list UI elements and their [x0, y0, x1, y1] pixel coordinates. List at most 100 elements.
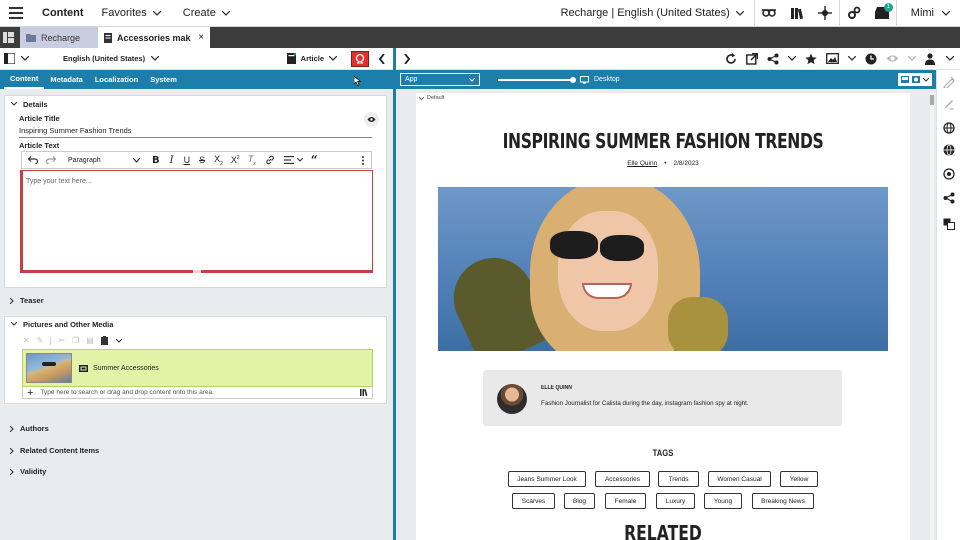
comment-icon[interactable]	[364, 112, 379, 127]
open-external-icon[interactable]	[746, 52, 758, 65]
preview-icon[interactable]	[901, 76, 909, 83]
language-selector[interactable]: English (United States)	[63, 54, 160, 63]
chevron-down-icon[interactable]	[788, 56, 796, 61]
article-text-editor[interactable]: Type your text here...	[20, 170, 373, 273]
tag-jeans-summer-look[interactable]: Jeans Summer Look	[508, 471, 586, 487]
article-title-input[interactable]: Inspiring Summer Fashion Trends	[19, 126, 372, 138]
star-icon[interactable]	[805, 53, 817, 65]
special-character-button[interactable]	[351, 50, 369, 67]
chevron-down-icon[interactable]	[848, 56, 856, 61]
preview-scrollbar[interactable]	[930, 93, 934, 540]
image-icon[interactable]	[826, 53, 839, 64]
globe-sync-icon[interactable]	[943, 122, 955, 134]
pictures-section-header[interactable]: Pictures and Other Media	[5, 317, 386, 331]
chevron-down-icon[interactable]	[329, 56, 337, 61]
resize-handle[interactable]	[193, 270, 201, 273]
tag-scarves[interactable]: Scarves	[512, 493, 555, 509]
globe-icon[interactable]	[943, 144, 955, 156]
tag-young[interactable]: Young	[704, 493, 742, 509]
media-item-row[interactable]: Summer Accessories	[22, 349, 373, 387]
app-select-value: App	[405, 76, 418, 83]
clear-format-icon[interactable]: Tx	[248, 154, 256, 167]
more-options-icon[interactable]	[362, 155, 364, 165]
paragraph-format-select[interactable]: Paragraph	[68, 157, 140, 164]
clipboard-icon[interactable]	[100, 336, 109, 345]
superscript-icon[interactable]: X2	[231, 155, 240, 165]
bold-icon[interactable]: B	[152, 155, 160, 166]
tag-accessories[interactable]: Accessories	[595, 471, 650, 487]
share-icon[interactable]	[767, 53, 779, 65]
zoom-slider-handle[interactable]	[570, 76, 576, 83]
edit-preview-icon[interactable]	[912, 76, 920, 83]
create-menu[interactable]: Create	[183, 7, 230, 19]
add-icon[interactable]: +	[27, 387, 33, 398]
library-icon[interactable]	[360, 389, 368, 396]
italic-icon[interactable]: I	[170, 155, 174, 166]
user-access-icon[interactable]	[925, 52, 937, 65]
site-selector[interactable]: Recharge | English (United States)	[561, 7, 744, 19]
tab-accessories-article[interactable]: Accessories make the di... ×	[98, 27, 210, 48]
undo-icon[interactable]	[28, 156, 38, 164]
redo-icon[interactable]	[46, 156, 56, 164]
tag-women-casual[interactable]: Women Casual	[708, 471, 771, 487]
authors-section-title: Authors	[20, 424, 49, 433]
chevron-left-icon[interactable]	[379, 53, 385, 64]
reload-icon[interactable]	[725, 52, 737, 65]
chevron-down-icon[interactable]	[296, 158, 303, 162]
settings-gears-icon[interactable]	[840, 0, 868, 27]
teaser-section-header[interactable]: Teaser	[4, 296, 44, 305]
blockquote-icon[interactable]: “	[311, 154, 318, 166]
media-search-input[interactable]: Type here to search or drag and drop con…	[40, 389, 213, 396]
chevron-down-icon[interactable]	[923, 77, 929, 82]
related-section-header[interactable]: Related Content Items	[4, 446, 99, 455]
chevron-down-icon	[469, 77, 475, 82]
chevron-down-icon[interactable]	[115, 338, 122, 343]
subscript-icon[interactable]: X2	[214, 154, 223, 167]
app-select[interactable]: App	[400, 73, 480, 86]
share-icon[interactable]	[943, 192, 955, 204]
tag-female[interactable]: Female	[605, 493, 646, 509]
chevron-down-icon[interactable]	[21, 56, 29, 61]
tag-trends[interactable]: Trends	[658, 471, 699, 487]
design-tool-icon	[943, 76, 955, 88]
authors-section-header[interactable]: Authors	[4, 424, 49, 433]
tag-luxury[interactable]: Luxury	[656, 493, 695, 509]
validity-section-header[interactable]: Validity	[4, 467, 46, 476]
preview-mode-toggle[interactable]	[898, 73, 932, 86]
hamburger-menu-icon[interactable]	[4, 0, 28, 27]
translate-icon[interactable]	[943, 218, 955, 230]
sidebar-toggle-icon[interactable]	[4, 53, 15, 64]
details-section-header[interactable]: Details	[5, 96, 386, 112]
tab-content[interactable]: Content	[4, 70, 45, 89]
underline-icon[interactable]: U	[184, 155, 191, 165]
link-icon[interactable]	[265, 155, 275, 165]
globe-refresh-icon[interactable]	[943, 168, 955, 180]
tab-localization[interactable]: Localization	[89, 70, 144, 89]
zoom-slider[interactable]	[498, 76, 576, 83]
tag-blog[interactable]: Blog	[564, 493, 595, 509]
chevron-right-icon[interactable]	[404, 53, 410, 64]
chevron-down-icon	[908, 56, 916, 61]
tab-recharge[interactable]: Recharge	[20, 27, 98, 48]
tag-breaking-news[interactable]: Breaking News	[752, 493, 814, 509]
favorites-menu[interactable]: Favorites	[102, 7, 161, 19]
rich-text-toolbar: Paragraph B I U S X2 X2 Tx “	[21, 151, 372, 169]
clock-icon[interactable]	[865, 53, 877, 65]
collection-view-icon[interactable]	[3, 32, 14, 43]
scrollbar-thumb[interactable]	[930, 95, 934, 105]
workflow-icon[interactable]	[811, 0, 839, 27]
media-search-row[interactable]: + Type here to search or drag and drop c…	[22, 387, 373, 399]
user-menu[interactable]: Mimi	[911, 7, 950, 19]
align-icon[interactable]	[283, 156, 294, 164]
author-link[interactable]: Elle Quinn	[627, 160, 657, 167]
library-icon[interactable]	[783, 0, 811, 27]
tab-system[interactable]: System	[144, 70, 183, 89]
inbox-notification-icon[interactable]: 1	[868, 0, 896, 27]
tab-metadata[interactable]: Metadata	[44, 70, 89, 89]
tag-yellow[interactable]: Yellow	[780, 471, 818, 487]
search-binoculars-icon[interactable]	[755, 0, 783, 27]
strikethrough-icon[interactable]: S	[199, 155, 205, 165]
mouse-cursor-icon	[354, 76, 361, 86]
chevron-down-icon[interactable]	[946, 56, 954, 61]
close-icon[interactable]: ×	[198, 32, 204, 43]
